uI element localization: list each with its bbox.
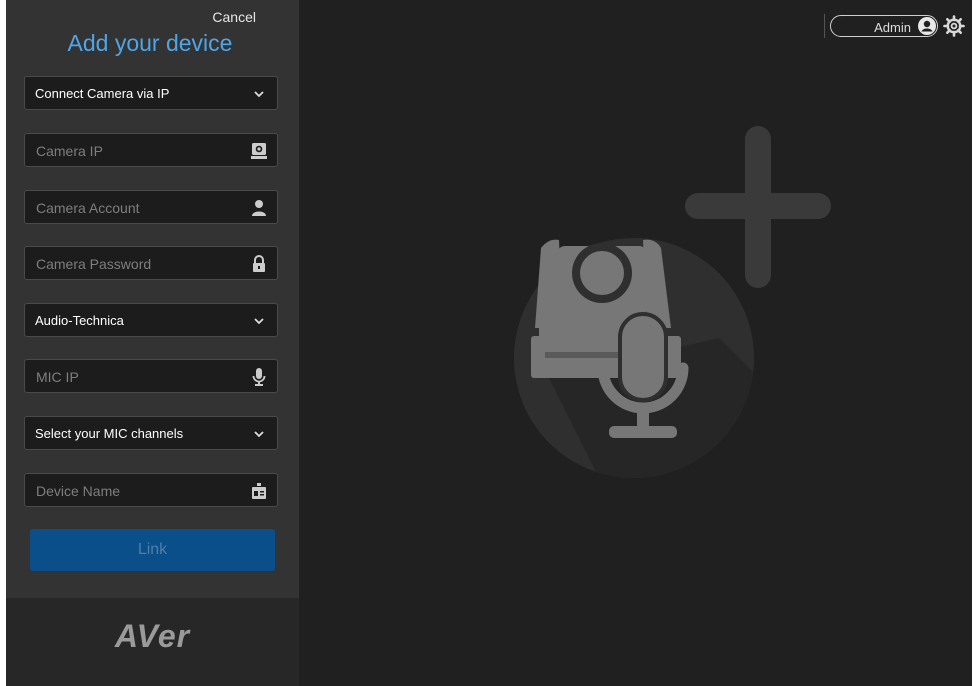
- camera-account-input[interactable]: Camera Account: [24, 190, 278, 224]
- mic-channels-select[interactable]: Select your MIC channels: [24, 416, 278, 450]
- device-name-placeholder: Device Name: [36, 483, 121, 499]
- mic-brand-select[interactable]: Audio-Technica: [24, 303, 278, 337]
- link-button[interactable]: Link: [30, 529, 275, 571]
- sidebar-footer: AVer: [6, 598, 299, 686]
- mic-ip-input[interactable]: MIC IP: [24, 359, 278, 393]
- mic-channels-value: Select your MIC channels: [35, 426, 184, 441]
- camera-ip-placeholder: Camera IP: [36, 143, 103, 159]
- add-device-panel: Cancel Add your device Connect Camera vi…: [6, 0, 299, 598]
- microphone-icon: [252, 368, 266, 386]
- device-icon: [252, 483, 266, 499]
- device-name-input[interactable]: Device Name: [24, 473, 278, 507]
- aver-logo: AVer: [114, 618, 191, 654]
- connection-mode-select[interactable]: Connect Camera via IP: [24, 76, 278, 110]
- camera-account-placeholder: Camera Account: [36, 200, 140, 216]
- connection-mode-value: Connect Camera via IP: [35, 86, 170, 101]
- add-device-illustration: [514, 126, 831, 478]
- topbar-divider: [824, 14, 825, 38]
- chevron-down-icon: [254, 91, 264, 98]
- sidebar: Cancel Add your device Connect Camera vi…: [6, 0, 299, 686]
- cancel-button[interactable]: Cancel: [212, 9, 256, 25]
- camera-password-input[interactable]: Camera Password: [24, 246, 278, 280]
- user-icon: [252, 200, 266, 216]
- main-area: Admin: [299, 0, 972, 686]
- mic-brand-value: Audio-Technica: [35, 313, 124, 328]
- mic-ip-placeholder: MIC IP: [36, 369, 79, 385]
- chevron-down-icon: [254, 318, 264, 325]
- camera-password-placeholder: Camera Password: [36, 256, 152, 272]
- user-label: Admin: [874, 20, 911, 35]
- gear-icon[interactable]: [943, 15, 965, 37]
- user-menu[interactable]: Admin: [830, 15, 938, 37]
- lock-icon: [253, 255, 265, 272]
- camera-ip-input[interactable]: Camera IP: [24, 133, 278, 167]
- camera-icon: [251, 143, 267, 159]
- chevron-down-icon: [254, 431, 264, 438]
- window-edge: [972, 0, 978, 686]
- user-avatar-icon: [918, 17, 936, 35]
- page-title: Add your device: [67, 30, 233, 56]
